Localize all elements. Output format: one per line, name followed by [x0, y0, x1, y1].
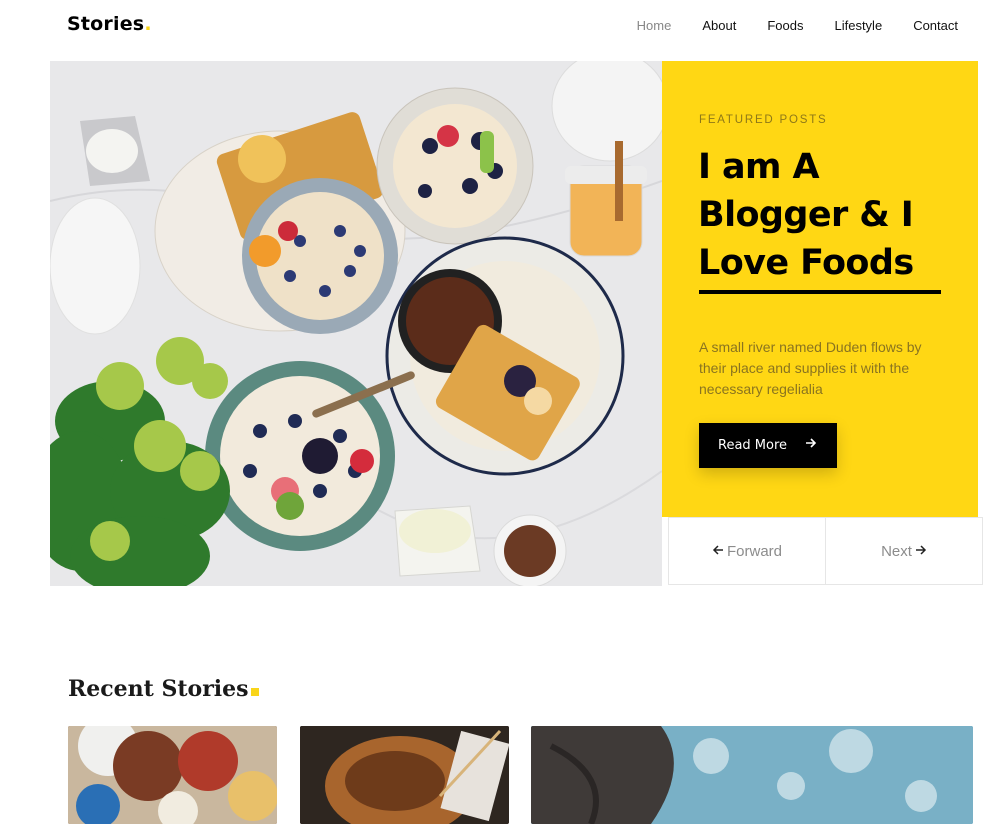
story-card-3[interactable]: [531, 726, 973, 824]
featured-label: FEATURED POSTS: [699, 114, 828, 126]
recent-stories-heading: Recent Stories: [68, 676, 259, 702]
hero-food-photo: [50, 61, 662, 586]
forward-label: Forward: [726, 542, 782, 560]
nav-home[interactable]: Home: [637, 18, 672, 33]
story-card-1[interactable]: [68, 726, 277, 824]
accent-dot: [250, 688, 259, 696]
nav-foods[interactable]: Foods: [767, 18, 803, 33]
nav-about[interactable]: About: [702, 18, 736, 33]
main-nav: Home About Foods Lifestyle Contact: [606, 18, 958, 33]
title-underline: [699, 290, 941, 294]
arrow-right-icon: [805, 437, 817, 453]
site-header: Stories. Home About Foods Lifestyle Cont…: [0, 0, 1008, 52]
arrow-left-icon: [712, 543, 724, 559]
forward-button[interactable]: Forward: [669, 518, 825, 584]
nav-lifestyle[interactable]: Lifestyle: [834, 18, 882, 33]
featured-title: I am A Blogger & I Love Foods: [698, 147, 914, 283]
featured-description: A small river named Duden flows by their…: [699, 339, 922, 397]
site-logo[interactable]: Stories.: [67, 13, 152, 35]
read-more-label: Read More: [718, 438, 788, 453]
featured-post-panel: FEATURED POSTS I am A Blogger & I Love F…: [662, 61, 978, 517]
post-pager: Forward Next: [668, 517, 983, 585]
nav-contact[interactable]: Contact: [913, 18, 958, 33]
next-label: Next: [881, 542, 912, 560]
arrow-right-icon: [915, 543, 927, 559]
next-button[interactable]: Next: [825, 518, 982, 584]
read-more-button[interactable]: Read More: [699, 423, 837, 468]
story-card-2[interactable]: [300, 726, 509, 824]
